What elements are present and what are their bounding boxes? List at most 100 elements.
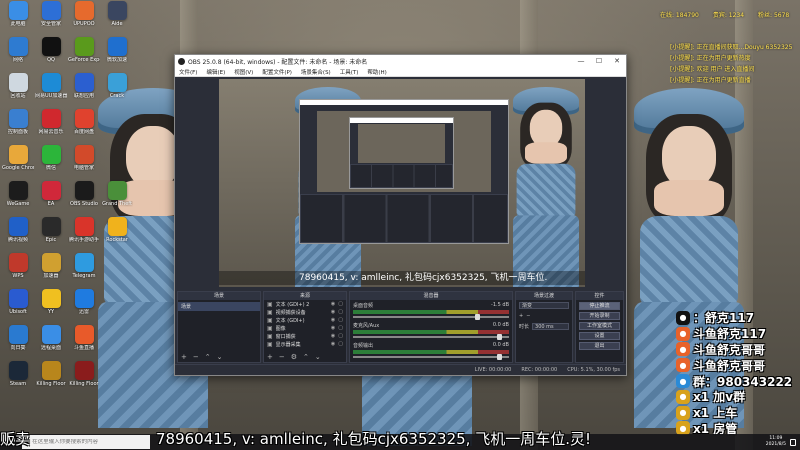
desktop-icon[interactable]: 网易云音乐 xyxy=(35,109,67,145)
desktop-icon[interactable]: EA xyxy=(35,181,67,217)
track-name: 音频输出 xyxy=(353,343,374,349)
app-icon xyxy=(8,325,28,344)
maximize-button[interactable]: ☐ xyxy=(590,55,608,67)
close-button[interactable]: ✕ xyxy=(608,55,626,67)
volume-slider-knob[interactable] xyxy=(496,334,502,340)
remove-icon[interactable]: − xyxy=(279,353,285,361)
lock-icon[interactable]: ▢ xyxy=(338,341,343,347)
desktop-icon[interactable]: Aide xyxy=(101,1,133,37)
volume-slider[interactable] xyxy=(353,354,509,360)
desktop-icon[interactable]: 腾讯视频 xyxy=(2,217,34,253)
desktop-icon[interactable]: 安全管家 xyxy=(35,1,67,37)
desktop-icon[interactable]: Crack xyxy=(101,73,133,109)
eye-icon[interactable]: ◉ xyxy=(331,341,335,347)
desktop-icon[interactable]: Grand Theft xyxy=(101,181,133,217)
desktop-icon[interactable]: 微信 xyxy=(35,145,67,181)
mixer-tracks: 桌面音频 -1.5 dB 麦克风/Aux 0.0 dB 音频输出 0.0 dB xyxy=(350,300,512,360)
desktop-icon[interactable]: 迅雷 xyxy=(68,289,100,325)
desktop-icon[interactable]: 联想应用 xyxy=(68,73,100,109)
desktop-icon[interactable]: Telegram xyxy=(68,253,100,289)
obs-titlebar[interactable]: OBS 25.0.8 (64-bit, windows) - 配置文件: 未命名… xyxy=(175,55,626,67)
move-down-icon[interactable]: ⌄ xyxy=(217,353,223,361)
duration-input[interactable]: 300 ms xyxy=(532,323,569,330)
desktop-icon[interactable]: 斗鱼直播 xyxy=(68,325,100,361)
desktop-icon[interactable]: QQ xyxy=(35,37,67,73)
desktop-icon[interactable]: WeGame xyxy=(2,181,34,217)
desktop-icon[interactable]: Rockstar xyxy=(101,217,133,253)
desktop-icon[interactable]: 远程桌面 xyxy=(35,325,67,361)
desktop-icon[interactable]: 电脑管家 xyxy=(68,145,100,181)
desktop-icon[interactable]: UPUPOO xyxy=(68,1,100,37)
move-up-icon[interactable]: ⌃ xyxy=(205,353,211,361)
desktop-icon[interactable]: Steam xyxy=(2,361,34,397)
desktop-icon[interactable]: WPS xyxy=(2,253,34,289)
desktop-icon[interactable]: 腾讯手游助手 xyxy=(68,217,100,253)
studio-mode-button[interactable]: 工作室模式 xyxy=(579,322,620,330)
desktop-icon[interactable]: Ubisoft xyxy=(2,289,34,325)
desktop-icon[interactable]: 百度网盘 xyxy=(68,109,100,145)
menu-view[interactable]: 视图(V) xyxy=(234,68,253,76)
lock-icon[interactable]: ▢ xyxy=(338,317,343,323)
desktop-icon[interactable]: 此电脑 xyxy=(2,1,34,37)
remove-icon[interactable]: − xyxy=(526,313,530,319)
lock-icon[interactable]: ▢ xyxy=(338,333,343,339)
desktop-icon[interactable]: 网络 xyxy=(2,37,34,73)
desktop-icon[interactable]: Google Chrome xyxy=(2,145,34,181)
volume-slider-knob[interactable] xyxy=(496,354,502,360)
eye-icon[interactable]: ◉ xyxy=(331,301,335,307)
desktop-icon[interactable]: 微软加速 xyxy=(101,37,133,73)
volume-slider-knob[interactable] xyxy=(474,314,480,320)
desktop-icon[interactable]: 网易UU加速器 xyxy=(35,73,67,109)
move-up-icon[interactable]: ⌃ xyxy=(303,353,309,361)
desktop-icon[interactable]: 向日葵 xyxy=(2,325,34,361)
source-name: 窗口捕获 xyxy=(275,333,296,340)
add-icon[interactable]: + xyxy=(267,353,273,361)
settings-button[interactable]: 设置 xyxy=(579,332,620,340)
add-icon[interactable]: + xyxy=(181,353,187,361)
desktop-icon[interactable]: 加速器 xyxy=(35,253,67,289)
source-item[interactable]: ▣ 图像 ◉ ▢ xyxy=(264,324,346,332)
desktop-icon[interactable]: GeForce Experience xyxy=(68,37,100,73)
minimize-button[interactable]: — xyxy=(572,55,590,67)
desktop-icon[interactable]: 控制面板 xyxy=(2,109,34,145)
transition-select[interactable]: 渐变 xyxy=(519,302,569,309)
menu-help[interactable]: 帮助(H) xyxy=(367,68,386,76)
desktop-icon[interactable]: Epic xyxy=(35,217,67,253)
exit-button[interactable]: 退出 xyxy=(579,342,620,350)
start-recording-button[interactable]: 开始录制 xyxy=(579,312,620,320)
eye-icon[interactable]: ◉ xyxy=(331,333,335,339)
stop-streaming-button[interactable]: 停止推流 xyxy=(579,302,620,310)
desktop-icon[interactable]: YY xyxy=(35,289,67,325)
eye-icon[interactable]: ◉ xyxy=(331,309,335,315)
obs-window[interactable]: OBS 25.0.8 (64-bit, windows) - 配置文件: 未命名… xyxy=(174,54,627,376)
volume-slider[interactable] xyxy=(353,334,509,340)
remove-icon[interactable]: − xyxy=(193,353,199,361)
menu-tools[interactable]: 工具(T) xyxy=(340,68,359,76)
lock-icon[interactable]: ▢ xyxy=(338,301,343,307)
scene-item[interactable]: 场景 xyxy=(178,302,260,311)
wechat-icon xyxy=(41,145,61,164)
source-item[interactable]: ▣ 视频捕获设备 ◉ ▢ xyxy=(264,308,346,316)
desktop-icon[interactable]: OBS Studio xyxy=(68,181,100,217)
lock-icon[interactable]: ▢ xyxy=(338,325,343,331)
eye-icon[interactable]: ◉ xyxy=(331,317,335,323)
source-type-icon: ▣ xyxy=(267,300,273,308)
source-item[interactable]: ▣ 窗口捕获 ◉ ▢ xyxy=(264,332,346,340)
obs-preview[interactable]: 78960415, v: amlleinc, 礼包码cjx6352325, 飞机… xyxy=(219,79,585,287)
source-item[interactable]: ▣ 文本 (GDI+) ◉ ▢ xyxy=(264,316,346,324)
desktop-icon[interactable]: Killing Floor xyxy=(35,361,67,397)
lock-icon[interactable]: ▢ xyxy=(338,309,343,315)
menu-profile[interactable]: 配置文件(P) xyxy=(262,68,292,76)
desktop-icon[interactable]: 回收站 xyxy=(2,73,34,109)
eye-icon[interactable]: ◉ xyxy=(331,325,335,331)
source-item[interactable]: ▣ 显示器采集 ◉ ▢ xyxy=(264,340,346,348)
menu-scene-collection[interactable]: 场景集合(S) xyxy=(301,68,331,76)
gear-icon[interactable]: ⚙ xyxy=(291,353,297,361)
move-down-icon[interactable]: ⌄ xyxy=(315,353,321,361)
source-item[interactable]: ▣ 文本 (GDI+) 2 ◉ ▢ xyxy=(264,300,346,308)
desktop-icon[interactable]: Killing Floor xyxy=(68,361,100,397)
menu-edit[interactable]: 编辑(E) xyxy=(206,68,225,76)
volume-slider[interactable] xyxy=(353,314,509,320)
add-icon[interactable]: + xyxy=(519,313,523,319)
menu-file[interactable]: 文件(F) xyxy=(179,68,197,76)
